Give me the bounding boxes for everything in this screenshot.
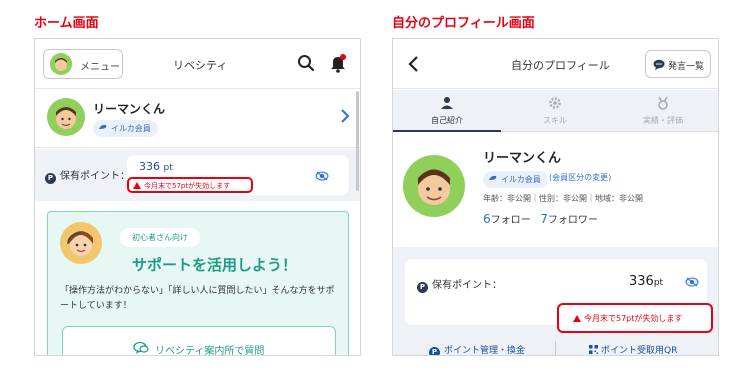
tab-label: スキル	[543, 116, 567, 125]
point-icon: P	[417, 282, 428, 293]
person-icon	[441, 97, 453, 109]
points-value: 336 pt	[139, 160, 173, 173]
dolphin-icon	[489, 175, 497, 180]
profile-header: 自分のプロフィール 発言一覧	[393, 39, 718, 89]
support-headline: サポートを活用しよう！	[132, 256, 298, 274]
profile-tabs: 自己紹介 スキル 実績・評価	[393, 90, 718, 132]
warning-icon	[573, 315, 581, 322]
posts-list-label: 発言一覧	[668, 62, 705, 72]
avatar-icon	[50, 53, 72, 75]
points-number: 336	[629, 274, 654, 289]
follower-count[interactable]: 7	[540, 212, 548, 226]
points-unit: pt	[653, 278, 664, 288]
expiry-warning: 今月末で57ptが失効します	[127, 177, 253, 193]
warning-icon	[133, 182, 141, 189]
points-links: P ポイント管理・換金 ポイント受取用QR	[393, 337, 718, 356]
user-avatar	[47, 98, 85, 136]
support-avatar	[60, 222, 102, 264]
tab-self-intro[interactable]: 自己紹介	[393, 90, 501, 132]
search-icon[interactable]	[297, 54, 315, 72]
point-qr-label: ポイント受取用QR	[601, 346, 678, 356]
profile-details: リーマンくん イルカ会員 (会員区分の変更) 年齢：非公開｜性別：非公開｜地域：…	[393, 133, 718, 241]
points-label-text: 保有ポイント：	[432, 280, 502, 291]
support-card: 初心者さん向け サポートを活用しよう！ 「操作方法がわからない」「詳しい人に質問…	[47, 211, 349, 356]
points-unit: pt	[163, 163, 173, 173]
tab-skills[interactable]: スキル	[501, 90, 609, 132]
support-question-label: リベシティ案内所で質問	[155, 346, 265, 356]
membership-badge-label: イルカ会員	[501, 175, 541, 184]
points-card: P 保有ポイント： 336pt 今月末で57ptが失効します	[405, 259, 713, 333]
hide-eye-icon[interactable]	[315, 171, 329, 181]
tab-achievements[interactable]: 実績・評価	[609, 90, 717, 132]
app-header: メニュー リベシティ	[35, 39, 360, 89]
expiry-warning: 今月末で57ptが失効します	[557, 303, 713, 333]
scrollbar[interactable]	[356, 91, 359, 191]
speech-bubble-icon	[653, 59, 665, 70]
chevron-right-icon[interactable]	[339, 108, 351, 124]
support-description: 「操作方法がわからない」「詳しい人に質問したい」そんな方をサポートしています！	[60, 286, 335, 311]
points-value: 336pt	[629, 274, 663, 289]
points-number: 336	[139, 160, 160, 173]
points-label-text: 保有ポイント：	[60, 171, 130, 182]
points-card[interactable]: 336 pt 今月末で57ptが失効します	[127, 155, 349, 195]
hide-eye-icon[interactable]	[685, 277, 699, 287]
point-qr-link[interactable]: ポイント受取用QR	[589, 343, 678, 356]
app-title: リベシティ	[173, 59, 228, 72]
profile-screen-caption: 自分のプロフィール画面	[392, 16, 535, 31]
user-name: リーマンくん	[483, 151, 562, 166]
posts-list-button[interactable]: 発言一覧	[645, 50, 711, 78]
notification-bell-icon[interactable]	[329, 53, 347, 73]
membership-badge: イルカ会員	[93, 120, 158, 137]
change-membership-link[interactable]: (会員区分の変更)	[549, 172, 611, 183]
point-icon: P	[429, 347, 440, 355]
follow-count[interactable]: 6	[483, 212, 491, 226]
home-screen-caption: ホーム画面	[34, 16, 99, 31]
user-name: リーマンくん	[93, 102, 166, 116]
point-icon: P	[45, 173, 56, 184]
menu-label: メニュー	[80, 62, 120, 73]
medal-icon	[658, 96, 668, 110]
back-chevron-icon[interactable]	[407, 55, 419, 73]
link-divider	[555, 341, 556, 355]
home-screen: メニュー リベシティ リーマンくん イルカ会員 P 保有ポイント： 336 pt…	[34, 38, 361, 356]
expiry-warning-text: 今月末で57ptが失効します	[584, 314, 683, 323]
points-label: P 保有ポイント：	[417, 276, 502, 293]
points-label: P 保有ポイント：	[45, 167, 130, 184]
support-question-button[interactable]: リベシティ案内所で質問	[62, 326, 336, 356]
dolphin-icon	[99, 124, 107, 129]
membership-badge: イルカ会員	[483, 171, 548, 188]
chat-bubble-icon	[133, 341, 149, 354]
user-meta: 年齢：非公開｜性別：非公開｜地域：非公開	[483, 194, 643, 203]
follow-label[interactable]: フォロー	[491, 215, 531, 226]
profile-screen: 自分のプロフィール 発言一覧 自己紹介 スキル 実績・評価 リーマンくん イルカ…	[392, 38, 719, 356]
expiry-warning-text: 今月末で57ptが失効します	[144, 182, 231, 190]
points-section: P 保有ポイント： 336 pt 今月末で57ptが失効します	[35, 149, 360, 201]
points-section: P 保有ポイント： 336pt 今月末で57ptが失効します P ポイント管理・換金	[393, 247, 718, 356]
follow-stats: 6フォロー 7フォロワー	[483, 211, 598, 226]
point-management-label: ポイント管理・換金	[444, 346, 526, 356]
menu-button[interactable]: メニュー	[43, 49, 123, 79]
user-avatar	[403, 155, 465, 217]
page-title: 自分のプロフィール	[511, 59, 610, 72]
beginner-pill: 初心者さん向け	[120, 228, 200, 247]
tab-label: 自己紹介	[431, 116, 463, 125]
point-management-link[interactable]: P ポイント管理・換金	[429, 343, 526, 356]
tab-label: 実績・評価	[643, 116, 683, 125]
profile-summary[interactable]: リーマンくん イルカ会員	[35, 90, 360, 148]
qr-code-icon	[589, 345, 598, 354]
gear-icon	[549, 97, 561, 109]
follower-label[interactable]: フォロワー	[548, 215, 598, 226]
membership-badge-label: イルカ会員	[111, 124, 151, 133]
